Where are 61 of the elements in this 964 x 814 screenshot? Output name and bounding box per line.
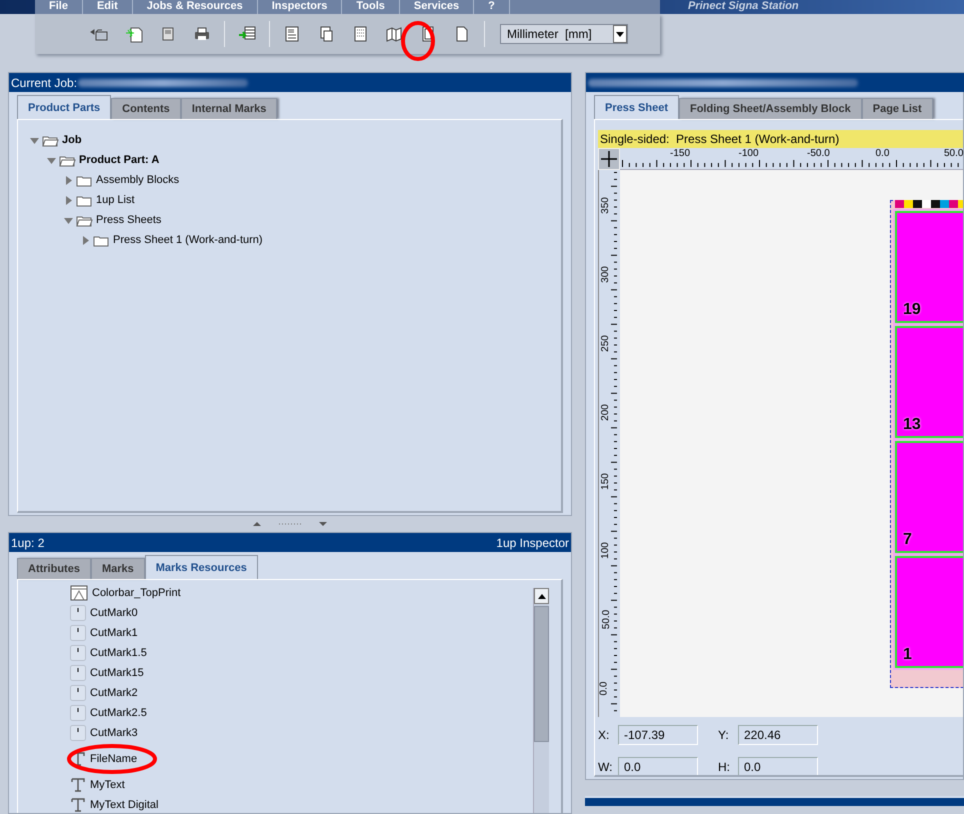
page-number: 13 <box>903 416 921 434</box>
list-item[interactable]: CutMark1.5 <box>90 647 147 659</box>
ruler-label: -50.0 <box>807 148 830 159</box>
tree-item[interactable]: Press Sheet 1 (Work-and-turn) <box>113 234 263 246</box>
ruler-label: 100 <box>600 542 611 559</box>
list-item[interactable]: MyText Digital <box>90 799 158 811</box>
ruler-label: 350 <box>600 197 611 214</box>
list-item[interactable]: Colorbar_TopPrint <box>92 587 181 599</box>
tree-item[interactable]: Product Part: A <box>79 154 160 166</box>
page-area[interactable]: 19 <box>895 211 963 323</box>
ruler-label: 0.0 <box>599 682 610 696</box>
coord-field[interactable]: 0.0 <box>738 757 818 775</box>
page-area[interactable]: 7 <box>895 441 963 553</box>
ruler-label: -100 <box>738 148 759 159</box>
ruler-label: 300 <box>600 266 611 283</box>
coord-label: H: <box>718 760 731 774</box>
coord-label: Y: <box>718 728 730 742</box>
panel-title: Current Job: <box>11 76 78 90</box>
status-text: Single-sided: Press Sheet 1 (Work-and-turn) <box>600 132 840 146</box>
tab[interactable]: Marks <box>90 558 145 579</box>
list-item[interactable]: CutMark2.5 <box>90 707 147 719</box>
app-title: Prinect Signa Station <box>688 0 799 14</box>
tree-item[interactable]: Assembly Blocks <box>96 174 180 186</box>
ruler-label: 50.0 <box>944 148 963 159</box>
list-item[interactable]: MyText <box>90 779 125 791</box>
press-sheet[interactable]: 19 13 7 1 <box>890 200 963 688</box>
ruler-label: 250 <box>600 335 611 352</box>
unit-select[interactable]: Millimeter [mm] <box>500 24 628 44</box>
tab[interactable]: Internal Marks <box>180 98 278 119</box>
list-item[interactable]: CutMark0 <box>90 607 138 619</box>
ruler-label: 0.0 <box>876 148 890 159</box>
page-number: 19 <box>903 301 921 319</box>
tab[interactable]: Folding Sheet/Assembly Block <box>678 98 862 119</box>
list-item[interactable]: CutMark1 <box>90 627 138 639</box>
tab[interactable]: Contents <box>111 98 181 119</box>
tab[interactable]: Attributes <box>17 558 91 579</box>
ruler-label: 50.0 <box>601 610 612 630</box>
coord-field[interactable]: 220.46 <box>738 725 818 745</box>
tree-item[interactable]: 1up List <box>96 194 135 206</box>
ruler-label: -150 <box>670 148 690 159</box>
list-item[interactable]: CutMark2 <box>90 687 138 699</box>
coord-label: W: <box>598 760 612 774</box>
ruler-label: 200 <box>600 404 611 421</box>
panel-title: 1up: 2 <box>11 536 44 550</box>
coord-field[interactable]: 0.0 <box>618 757 698 775</box>
tab[interactable]: Product Parts <box>17 95 112 119</box>
tree-item[interactable]: Job <box>62 134 82 146</box>
page-area[interactable]: 1 <box>895 556 963 668</box>
panel-subtitle: 1up Inspector <box>496 536 569 550</box>
tab[interactable]: Press Sheet <box>594 95 679 119</box>
tab[interactable]: Page List <box>862 98 933 119</box>
ruler-label: 150 <box>600 473 611 490</box>
tab[interactable]: Marks Resources <box>144 555 258 579</box>
page-number: 1 <box>903 646 912 664</box>
page-number: 7 <box>903 531 912 549</box>
list-item[interactable]: CutMark3 <box>90 727 138 739</box>
coord-field[interactable]: -107.39 <box>618 725 698 745</box>
tree-item[interactable]: Press Sheets <box>96 214 162 226</box>
page-area[interactable]: 13 <box>895 326 963 438</box>
list-item[interactable]: CutMark15 <box>90 667 144 679</box>
coord-label: X: <box>598 728 610 742</box>
